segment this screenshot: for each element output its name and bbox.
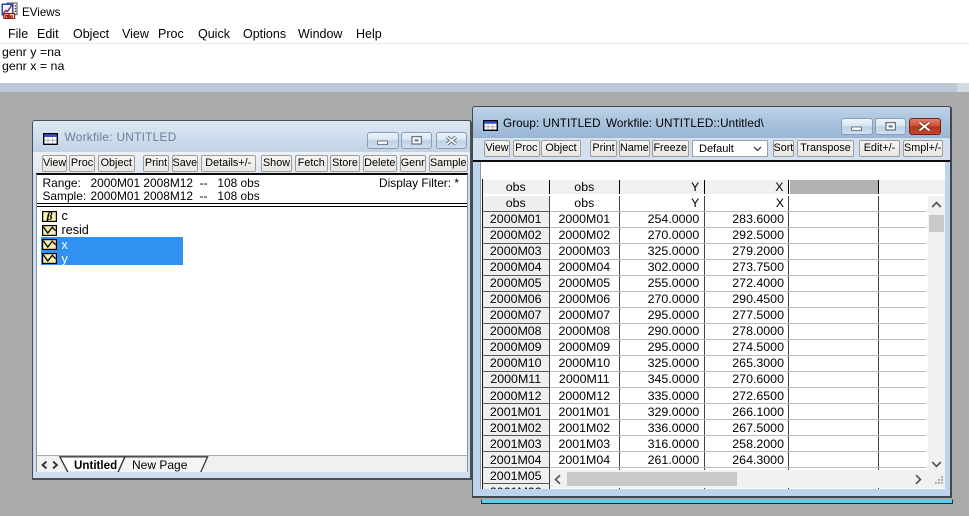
svg-text:β: β [45,211,52,222]
svg-text:New Page: New Page [132,458,188,472]
svg-text:Untitled: Untitled [74,459,117,472]
